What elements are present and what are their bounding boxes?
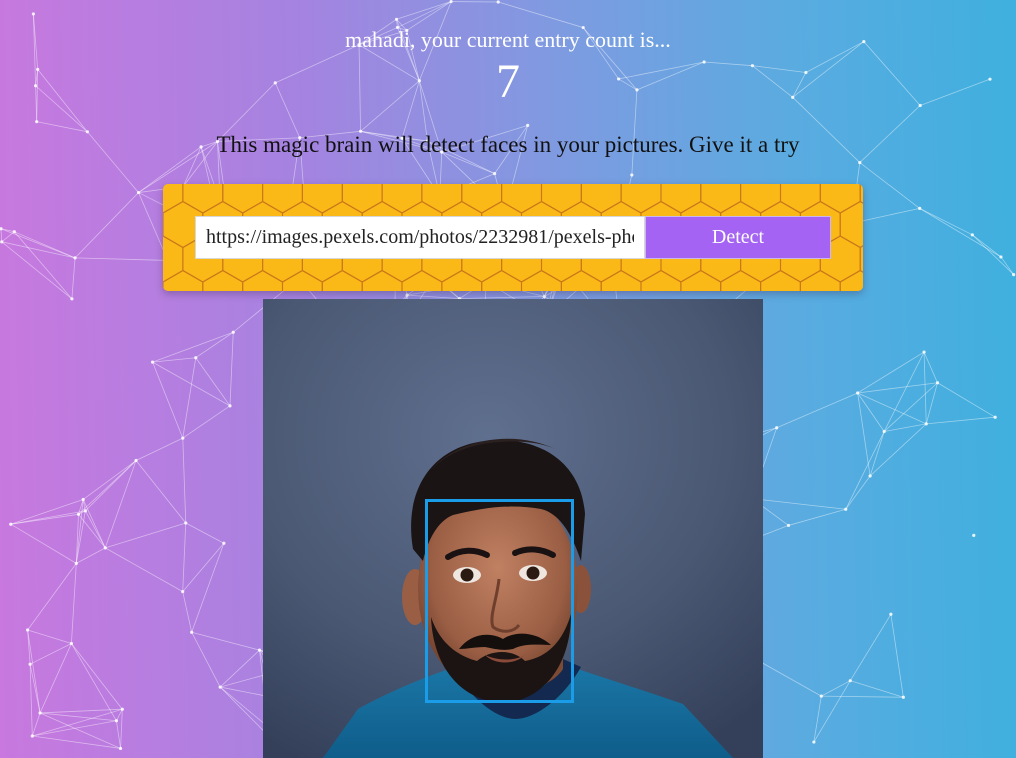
detect-button[interactable]: Detect [645,216,831,259]
face-image [263,299,763,758]
entry-count-value: 7 [496,55,520,108]
intro-text: This magic brain will detect faces in yo… [216,132,800,157]
entry-count-message: mahadi, your current entry count is... [345,27,671,52]
image-url-input[interactable] [195,216,645,259]
face-bounding-box [425,499,574,703]
